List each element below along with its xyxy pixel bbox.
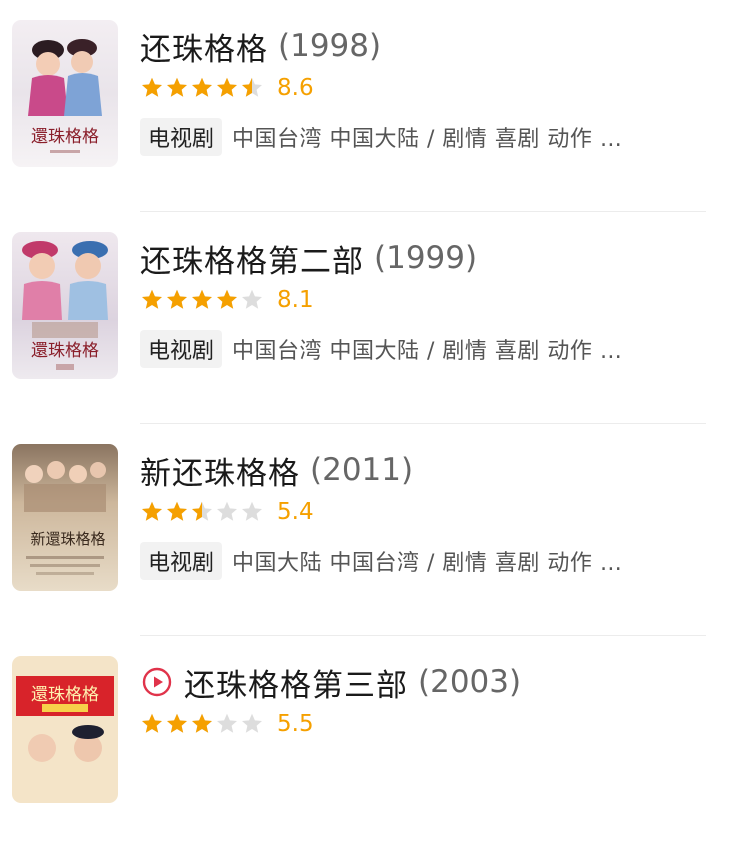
- star-full-icon: [192, 77, 212, 97]
- type-tag: 电视剧: [140, 330, 223, 368]
- star-rating: [140, 76, 265, 100]
- star-full-icon: [192, 289, 212, 309]
- result-item[interactable]: 還珠格格 还珠格格第二部 (1999) 8.1 电视剧 中国台湾 中国大陆 / …: [0, 212, 736, 424]
- play-icon[interactable]: [142, 667, 172, 697]
- result-item[interactable]: 還珠格格 还珠格格 (1998) 8.6 电视剧 中国台湾 中国大陆 / 剧情 …: [0, 0, 736, 212]
- poster-image[interactable]: 還珠格格: [12, 656, 118, 803]
- star-empty-icon: [242, 501, 262, 521]
- result-title[interactable]: 还珠格格第三部: [184, 660, 408, 705]
- star-full-icon: [142, 77, 162, 97]
- star-full-icon: [192, 713, 212, 733]
- type-tag: 电视剧: [140, 118, 223, 156]
- rating-score: 8.6: [277, 75, 314, 101]
- meta-info: 中国台湾 中国大陆 / 剧情 喜剧 动作 …: [232, 339, 623, 364]
- star-full-icon: [142, 501, 162, 521]
- poster-title-text: 還珠格格: [31, 685, 99, 705]
- result-item[interactable]: 還珠格格 还珠格格第三部 (2003) 5.5: [0, 636, 736, 848]
- star-empty-icon: [217, 501, 237, 521]
- meta-info: 中国台湾 中国大陆 / 剧情 喜剧 动作 …: [232, 127, 623, 152]
- rating-score: 8.1: [277, 287, 314, 313]
- star-full-icon: [167, 77, 187, 97]
- star-full-icon: [167, 289, 187, 309]
- result-year: (2003): [418, 664, 522, 700]
- star-half-icon: [192, 501, 212, 521]
- result-title[interactable]: 新还珠格格: [140, 448, 300, 493]
- star-full-icon: [142, 713, 162, 733]
- star-rating: [140, 288, 265, 312]
- poster-title-text: 還珠格格: [31, 127, 99, 147]
- star-full-icon: [217, 289, 237, 309]
- meta-info: 中国大陆 中国台湾 / 剧情 喜剧 动作 …: [232, 551, 623, 576]
- star-empty-icon: [242, 289, 262, 309]
- star-full-icon: [217, 77, 237, 97]
- result-item[interactable]: 新還珠格格 新还珠格格 (2011) 5.4 电视剧 中国大陆 中国台湾 / 剧…: [0, 424, 736, 636]
- rating-score: 5.4: [277, 499, 314, 525]
- star-full-icon: [142, 289, 162, 309]
- star-rating: [140, 500, 265, 524]
- star-half-icon: [242, 77, 262, 97]
- star-full-icon: [167, 501, 187, 521]
- poster-image[interactable]: 新還珠格格: [12, 444, 118, 591]
- result-year: (2011): [310, 452, 414, 488]
- star-empty-icon: [217, 713, 237, 733]
- result-year: (1999): [374, 240, 478, 276]
- star-full-icon: [167, 713, 187, 733]
- result-year: (1998): [278, 28, 382, 64]
- poster-image[interactable]: 還珠格格: [12, 232, 118, 379]
- star-rating: [140, 712, 265, 736]
- type-tag: 电视剧: [140, 542, 223, 580]
- poster-title-text: 還珠格格: [31, 341, 99, 361]
- result-title[interactable]: 还珠格格第二部: [140, 236, 364, 281]
- star-empty-icon: [242, 713, 262, 733]
- rating-score: 5.5: [277, 711, 314, 737]
- result-title[interactable]: 还珠格格: [140, 24, 268, 69]
- poster-title-text: 新還珠格格: [30, 530, 105, 548]
- poster-image[interactable]: 還珠格格: [12, 20, 118, 167]
